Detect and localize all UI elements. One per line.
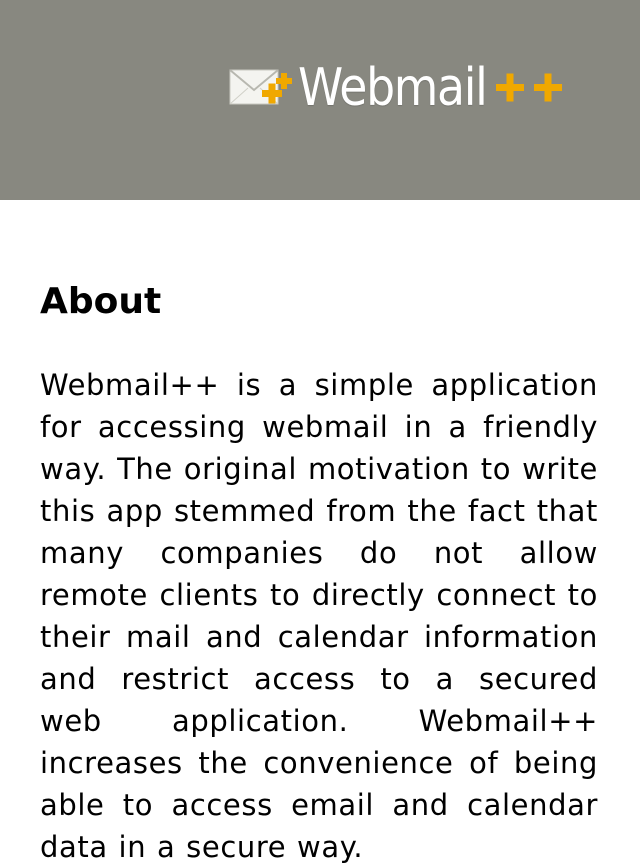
logo-text: Webmail [298,58,488,118]
about-section: About Webmail++ is a simple application … [40,280,598,868]
app-header: Webmail [0,0,640,200]
logo-plus-icon [496,73,563,102]
about-description: Webmail++ is a simple application for ac… [40,368,598,864]
webmail-logo: Webmail [228,52,568,124]
page-title: About [40,281,162,322]
envelope-icon [229,69,292,105]
